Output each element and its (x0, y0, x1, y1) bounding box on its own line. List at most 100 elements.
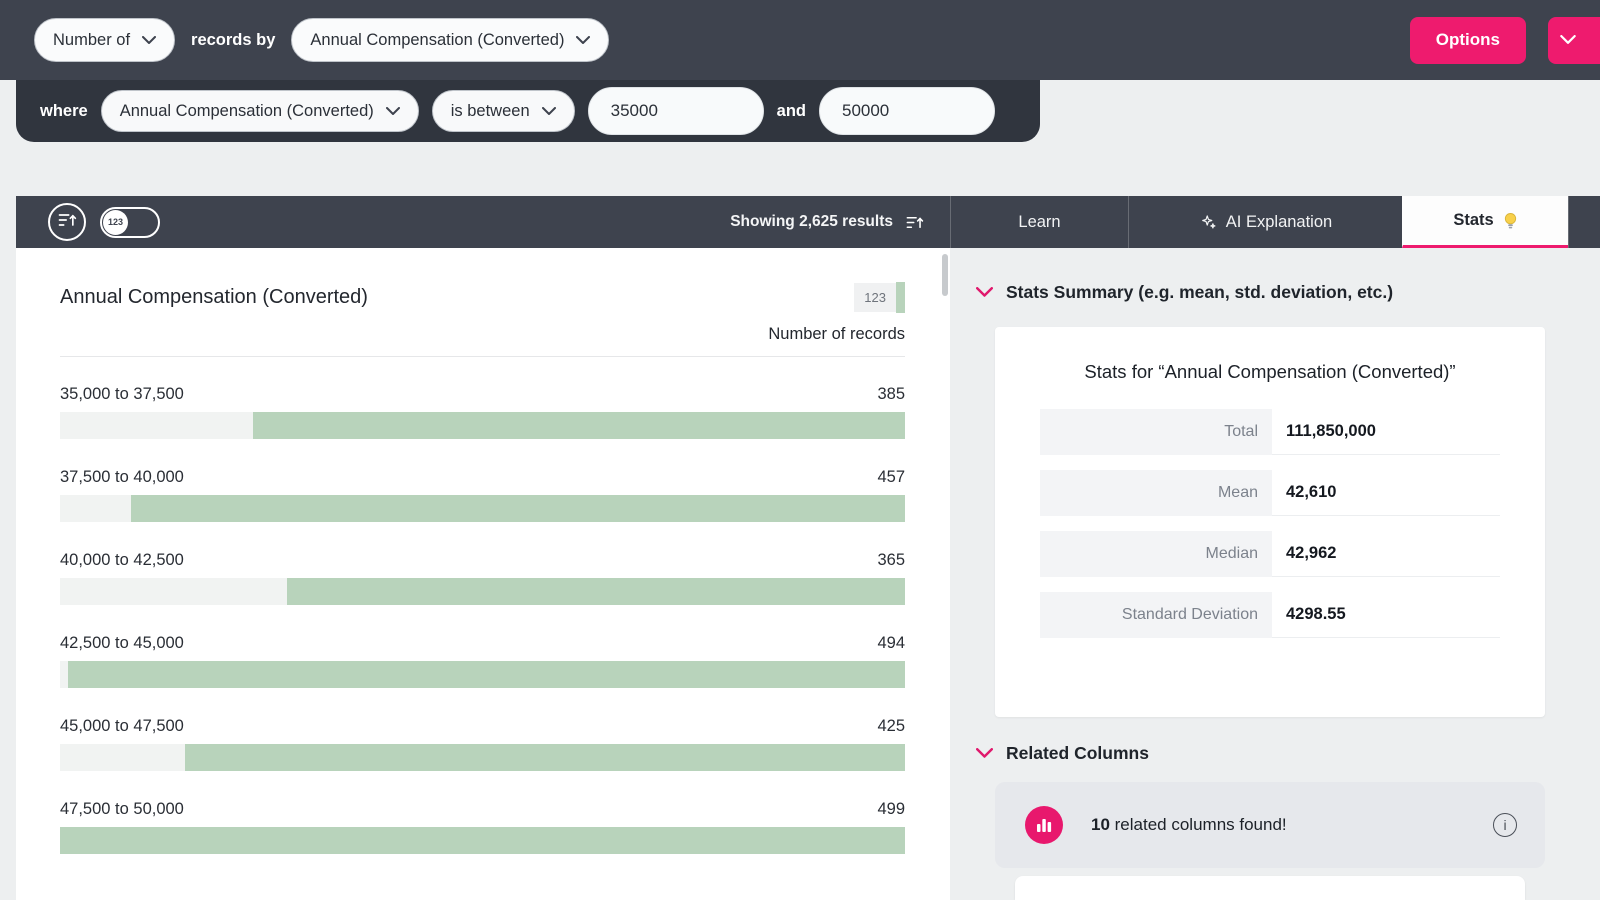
filter-operator-dropdown[interactable]: is between (432, 90, 575, 132)
tab-stats-label: Stats (1453, 211, 1493, 230)
chevron-down-icon (1560, 32, 1576, 50)
tab-ai-label: AI Explanation (1226, 213, 1332, 232)
stat-row: Median42,962 (1040, 531, 1500, 577)
and-label: and (777, 102, 806, 121)
value-axis-label: Number of records (60, 325, 905, 344)
stat-value: 42,610 (1272, 470, 1500, 516)
chevron-down-icon (386, 107, 400, 116)
related-columns-title: Related Columns (1006, 743, 1149, 764)
sort-results-button[interactable] (905, 213, 924, 232)
bar-value-label: 499 (877, 800, 905, 819)
sort-options-button[interactable] (48, 203, 86, 241)
aggregation-dropdown[interactable]: Number of (34, 18, 175, 62)
tab-stats[interactable]: Stats (1402, 196, 1568, 248)
bar[interactable] (60, 661, 905, 688)
bar-category-label: 37,500 to 40,000 (60, 468, 184, 487)
app: Number of records by Annual Compensation… (0, 0, 1600, 900)
stats-card: Stats for “Annual Compensation (Converte… (995, 327, 1545, 717)
column-type-badge[interactable]: 123 (854, 282, 905, 313)
stat-value: 42,962 (1272, 531, 1500, 577)
bar-category-label: 45,000 to 47,500 (60, 717, 184, 736)
column-dropdown-label: Annual Compensation (Converted) (310, 31, 564, 50)
stats-card-title: Stats for “Annual Compensation (Converte… (995, 361, 1545, 383)
bar-category-label: 47,500 to 50,000 (60, 800, 184, 819)
stats-panel: Stats Summary (e.g. mean, std. deviation… (950, 248, 1600, 900)
chart-row: 47,500 to 50,000 499 (60, 800, 905, 854)
related-count: 10 (1091, 815, 1110, 834)
chart-title: Annual Compensation (Converted) (60, 286, 368, 309)
bar[interactable] (60, 578, 905, 605)
bar-chart-icon (1025, 806, 1063, 844)
stats-summary-section-header[interactable]: Stats Summary (e.g. mean, std. deviation… (976, 282, 1600, 303)
chart-rows: 35,000 to 37,500 385 37,500 to 40,000 457 40… (60, 385, 905, 854)
stats-summary-title: Stats Summary (e.g. mean, std. deviation… (1006, 282, 1393, 303)
chart-row: 45,000 to 47,500 425 (60, 717, 905, 771)
chart-row: 40,000 to 42,500365 (60, 551, 905, 605)
bar-value-label: 385 (877, 385, 905, 404)
tab-learn-label: Learn (1018, 213, 1060, 232)
next-card-edge (1015, 876, 1525, 900)
bar[interactable] (60, 495, 905, 522)
column-dropdown[interactable]: Annual Compensation (Converted) (291, 18, 609, 62)
stat-row: Standard Deviation4298.55 (1040, 592, 1500, 638)
results-header-left: 123 Showing 2,625 results (16, 196, 950, 248)
mini-bar-icon (896, 282, 905, 313)
sort-ascending-icon (57, 210, 77, 235)
showing-results-label: Showing 2,625 results (730, 213, 893, 231)
bar-value-label: 365 (877, 551, 905, 570)
sparkle-icon (1199, 213, 1217, 231)
chevron-down-icon (142, 36, 156, 45)
related-columns-card: 10 related columns found! i (995, 782, 1545, 868)
chevron-down-icon (976, 748, 993, 759)
stat-value: 111,850,000 (1272, 409, 1500, 455)
chart-row: 42,500 to 45,000 494 (60, 634, 905, 688)
filter-bar: where Annual Compensation (Converted) is… (16, 80, 1040, 142)
chevron-down-icon (576, 36, 590, 45)
bar-value-label: 494 (877, 634, 905, 653)
query-toolbar: Number of records by Annual Compensation… (0, 0, 1600, 80)
bar[interactable] (60, 744, 905, 771)
numeric-type-badge: 123 (854, 283, 896, 312)
bar-fill (131, 495, 905, 522)
filter-operator-label: is between (451, 102, 530, 121)
records-by-label: records by (191, 31, 275, 50)
bar[interactable] (60, 412, 905, 439)
tab-learn[interactable]: Learn (950, 196, 1128, 248)
options-dropdown-button[interactable] (1548, 17, 1600, 64)
bar[interactable] (60, 827, 905, 854)
lightbulb-icon (1503, 211, 1518, 230)
chevron-down-icon (976, 287, 993, 298)
filter-max-input[interactable] (819, 87, 995, 135)
divider (60, 356, 905, 357)
chart-panel: Annual Compensation (Converted) 123 Numb… (16, 248, 950, 900)
bar-category-label: 42,500 to 45,000 (60, 634, 184, 653)
info-icon[interactable]: i (1493, 813, 1517, 837)
bar-fill (60, 827, 905, 854)
bar-category-label: 35,000 to 37,500 (60, 385, 184, 404)
bar-value-label: 457 (877, 468, 905, 487)
stat-row: Mean42,610 (1040, 470, 1500, 516)
bar-value-label: 425 (877, 717, 905, 736)
bar-fill (253, 412, 905, 439)
numeric-display-toggle[interactable]: 123 (100, 207, 160, 238)
scrollbar-thumb[interactable] (942, 254, 948, 296)
results-header: 123 Showing 2,625 results Learn AI Expla… (16, 196, 1600, 248)
stat-label: Mean (1040, 470, 1272, 516)
stat-row: Total111,850,000 (1040, 409, 1500, 455)
stat-label: Standard Deviation (1040, 592, 1272, 638)
filter-column-dropdown[interactable]: Annual Compensation (Converted) (101, 90, 419, 132)
options-button[interactable]: Options (1410, 17, 1526, 64)
chevron-down-icon (542, 107, 556, 116)
stats-table: Total111,850,000Mean42,610Median42,962St… (1040, 409, 1500, 638)
stat-label: Median (1040, 531, 1272, 577)
stat-value: 4298.55 (1272, 592, 1500, 638)
tab-ai-explanation[interactable]: AI Explanation (1128, 196, 1402, 248)
chart-row: 35,000 to 37,500 385 (60, 385, 905, 439)
bar-fill (68, 661, 905, 688)
related-columns-section-header[interactable]: Related Columns (976, 743, 1600, 764)
stat-label: Total (1040, 409, 1272, 455)
where-label: where (40, 102, 88, 121)
numeric-toggle-icon: 123 (103, 210, 128, 235)
filter-column-label: Annual Compensation (Converted) (120, 102, 374, 121)
filter-min-input[interactable] (588, 87, 764, 135)
